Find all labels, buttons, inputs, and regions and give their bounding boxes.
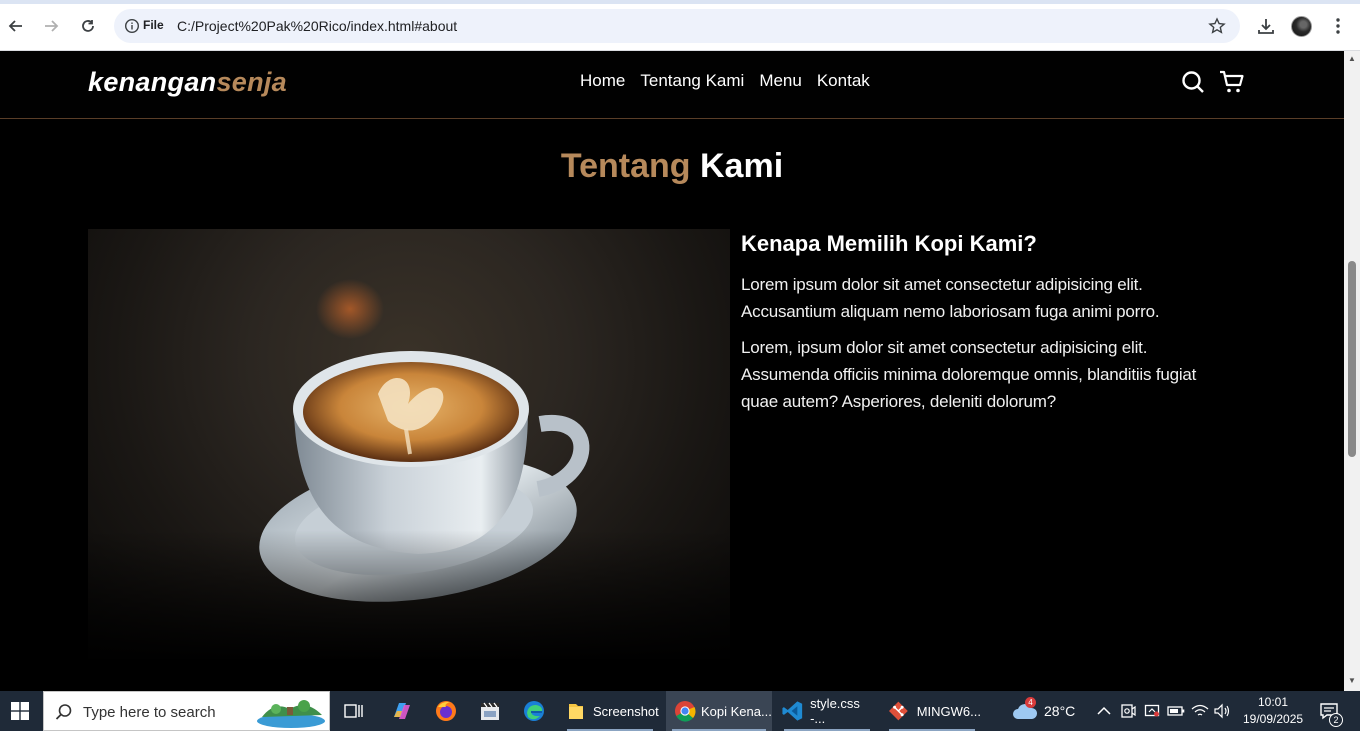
download-icon [1258, 19, 1274, 34]
arrow-right-icon [45, 20, 59, 32]
coffee-cup-image [88, 229, 730, 659]
site-scheme-label: File [143, 18, 164, 32]
nav-link-kontak[interactable]: Kontak [817, 71, 870, 91]
task-view-icon [344, 704, 363, 718]
start-button[interactable] [0, 691, 40, 731]
site-logo[interactable]: kenangansenja [88, 67, 287, 98]
taskbar-app-mingw[interactable]: MINGW6... [883, 691, 981, 731]
copilot-button[interactable] [387, 696, 417, 726]
info-icon[interactable] [124, 18, 140, 34]
arrow-left-icon [8, 20, 22, 32]
nav-links: Home Tentang Kami Menu Kontak [580, 71, 870, 91]
taskbar-app-screenshot[interactable]: Screenshot [561, 691, 659, 731]
shopping-cart-icon[interactable] [1219, 69, 1245, 95]
task-view-button[interactable] [339, 696, 369, 726]
section-title: Tentang Kami [0, 147, 1344, 186]
battery-icon [1167, 706, 1185, 716]
edge-icon [524, 701, 544, 721]
nav-link-menu[interactable]: Menu [759, 71, 802, 91]
folder-icon [569, 704, 583, 719]
weather-temperature[interactable]: 28°C [1044, 703, 1075, 719]
taskbar-app-label: Screenshot [593, 703, 659, 719]
vscode-icon [782, 701, 803, 721]
nav-link-tentang-kami[interactable]: Tentang Kami [640, 71, 744, 91]
nav-link-home[interactable]: Home [580, 71, 625, 91]
firefox-icon [436, 701, 456, 721]
taskbar-app-label: MINGW6... [916, 703, 981, 719]
scroll-thumb[interactable] [1348, 261, 1356, 457]
taskbar-app-chrome[interactable]: Kopi Kena... [666, 691, 772, 731]
about-paragraph-2: Lorem, ipsum dolor sit amet consectetur … [741, 338, 1197, 411]
wifi-icon [1191, 704, 1209, 716]
image-fade-overlay [88, 229, 730, 659]
chrome-icon [675, 701, 696, 722]
bookmark-star-icon[interactable] [1208, 17, 1226, 35]
system-tray-app-button[interactable] [1140, 696, 1164, 726]
clock-time[interactable]: 10:01 [1258, 695, 1288, 709]
tab-strip-edge [0, 0, 1360, 4]
battery-button[interactable] [1164, 696, 1188, 726]
network-button[interactable] [1188, 696, 1212, 726]
about-paragraph-1: Lorem ipsum dolor sit amet consectetur a… [741, 275, 1160, 321]
site-navbar: kenangansenja Home Tentang Kami Menu Kon… [0, 51, 1344, 119]
git-bash-icon [888, 701, 908, 721]
clock-date[interactable]: 19/09/2025 [1243, 712, 1303, 726]
page-viewport: kenangansenja Home Tentang Kami Menu Kon… [0, 51, 1344, 691]
back-button[interactable] [3, 13, 29, 39]
search-icon [55, 704, 72, 720]
scroll-up-icon[interactable]: ▲ [1348, 55, 1356, 63]
vertical-scrollbar[interactable]: ▲ ▼ [1344, 51, 1360, 691]
search-highlight-illustration-icon [257, 700, 325, 728]
search-icon[interactable] [1180, 69, 1206, 95]
weather-alert-badge: 4 [1025, 697, 1036, 708]
browser-menu-button[interactable] [1326, 14, 1350, 38]
section-title-accent: Tentang [560, 147, 691, 185]
url-text[interactable]: C:/Project%20Pak%20Rico/index.html#about [177, 18, 457, 34]
logo-main-text: kenangan [88, 67, 217, 97]
taskbar-search-box[interactable]: Type here to search [43, 691, 330, 731]
reload-button[interactable] [75, 13, 101, 39]
camera-icon [1121, 704, 1136, 718]
reload-icon [82, 20, 94, 32]
forward-button[interactable] [38, 13, 64, 39]
profile-avatar[interactable] [1291, 16, 1312, 37]
clapperboard-icon [481, 702, 499, 720]
screen-cast-icon [1144, 704, 1160, 717]
search-placeholder: Type here to search [83, 704, 216, 721]
notification-count-badge: 2 [1329, 713, 1343, 727]
chevron-up-icon [1097, 706, 1111, 715]
about-heading: Kenapa Memilih Kopi Kami? [741, 231, 1037, 256]
address-bar[interactable]: File C:/Project%20Pak%20Rico/index.html#… [114, 9, 1240, 43]
browser-toolbar: File C:/Project%20Pak%20Rico/index.html#… [0, 0, 1360, 51]
section-title-main: Kami [700, 147, 784, 185]
speaker-icon [1214, 703, 1230, 719]
volume-button[interactable] [1210, 696, 1234, 726]
windows-taskbar: Type here to search Screenshot Kopi Kena… [0, 691, 1360, 731]
windows-logo-icon [11, 702, 29, 720]
show-hidden-icons-button[interactable] [1092, 696, 1116, 726]
kebab-menu-icon [1336, 18, 1340, 34]
about-content: Kenapa Memilih Kopi Kami? Lorem ipsum do… [741, 231, 1231, 424]
meet-now-button[interactable] [1116, 696, 1140, 726]
edge-button[interactable] [519, 696, 549, 726]
taskbar-app-vscode[interactable]: style.css -... [778, 691, 876, 731]
logo-accent-text: senja [216, 67, 287, 97]
taskbar-app-label: style.css -... [810, 696, 860, 726]
scroll-down-icon[interactable]: ▼ [1348, 677, 1356, 685]
downloads-button[interactable] [1254, 14, 1278, 38]
firefox-button[interactable] [431, 696, 461, 726]
video-editor-button[interactable] [475, 696, 505, 726]
copilot-icon [394, 703, 410, 719]
taskbar-app-label: Kopi Kena... [701, 703, 772, 719]
